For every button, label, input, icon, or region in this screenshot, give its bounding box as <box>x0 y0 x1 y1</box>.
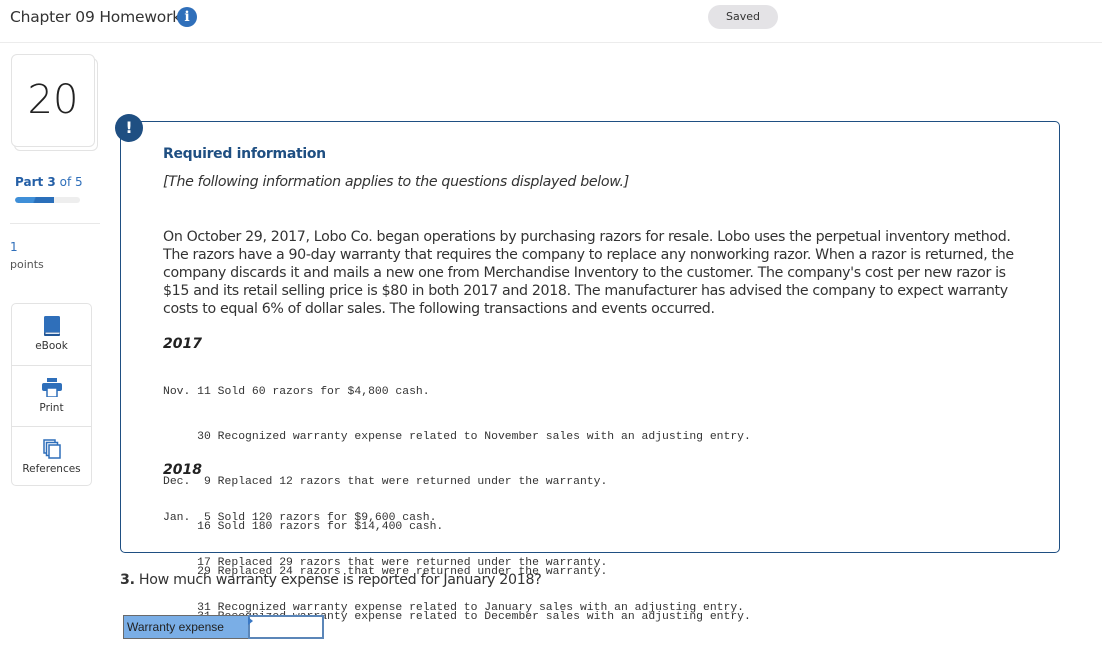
transaction-line: 31 Recognized warranty expense related t… <box>163 602 745 614</box>
problem-description: On October 29, 2017, Lobo Co. began oper… <box>163 229 1014 317</box>
ebook-label: eBook <box>35 340 68 352</box>
points-value: 1 <box>10 240 18 254</box>
warranty-expense-input[interactable] <box>248 615 324 639</box>
points-label: points <box>10 258 44 271</box>
part-indicator: Part 3 of 5 <box>15 175 83 189</box>
year-heading-2017: 2017 <box>163 336 202 352</box>
transaction-line: 30 Recognized warranty expense related t… <box>163 431 751 443</box>
part-progress-bar <box>15 197 80 203</box>
transaction-line: Nov. 11 Sold 60 razors for $4,800 cash. <box>163 386 430 398</box>
input-flag-icon <box>248 617 253 625</box>
printer-icon <box>41 378 62 402</box>
transaction-line: 17 Replaced 29 razors that were returned… <box>163 557 608 569</box>
tools-panel: eBook Print References <box>11 303 92 486</box>
warranty-expense-label: Warranty expense <box>123 615 248 639</box>
required-info-subtitle: [The following information applies to th… <box>163 174 629 190</box>
print-label: Print <box>39 402 64 414</box>
part-total: of 5 <box>59 175 83 189</box>
transaction-line: Jan. 5 Sold 120 razors for $9,600 cash. <box>163 512 437 524</box>
print-button[interactable]: Print <box>12 365 91 426</box>
info-icon[interactable]: i <box>177 7 197 27</box>
question-number-card: 20 <box>11 54 95 147</box>
assignment-title: Chapter 09 Homework <box>10 8 182 26</box>
question-prompt: 3. How much warranty expense is reported… <box>120 572 542 588</box>
references-label: References <box>22 463 81 475</box>
part-progress-fill <box>15 197 54 203</box>
ebook-button[interactable]: eBook <box>12 304 91 365</box>
question-number: 20 <box>27 77 79 123</box>
references-button[interactable]: References <box>12 426 91 487</box>
sidebar-divider <box>10 223 100 224</box>
question-text: How much warranty expense is reported fo… <box>134 572 542 588</box>
required-info-title: Required information <box>163 146 326 162</box>
question-number-label: 3. <box>120 572 135 588</box>
top-bar: Chapter 09 Homework i Saved <box>0 0 1102 43</box>
transactions-2018: Jan. 5 Sold 120 razors for $9,600 cash. … <box>163 481 744 631</box>
saved-status-badge: Saved <box>708 5 778 29</box>
part-current: Part 3 <box>15 175 56 189</box>
copy-documents-icon <box>42 439 61 464</box>
answer-row: Warranty expense <box>123 615 324 639</box>
year-heading-2018: 2018 <box>163 462 202 478</box>
alert-icon: ! <box>115 114 143 142</box>
book-icon <box>43 316 60 341</box>
